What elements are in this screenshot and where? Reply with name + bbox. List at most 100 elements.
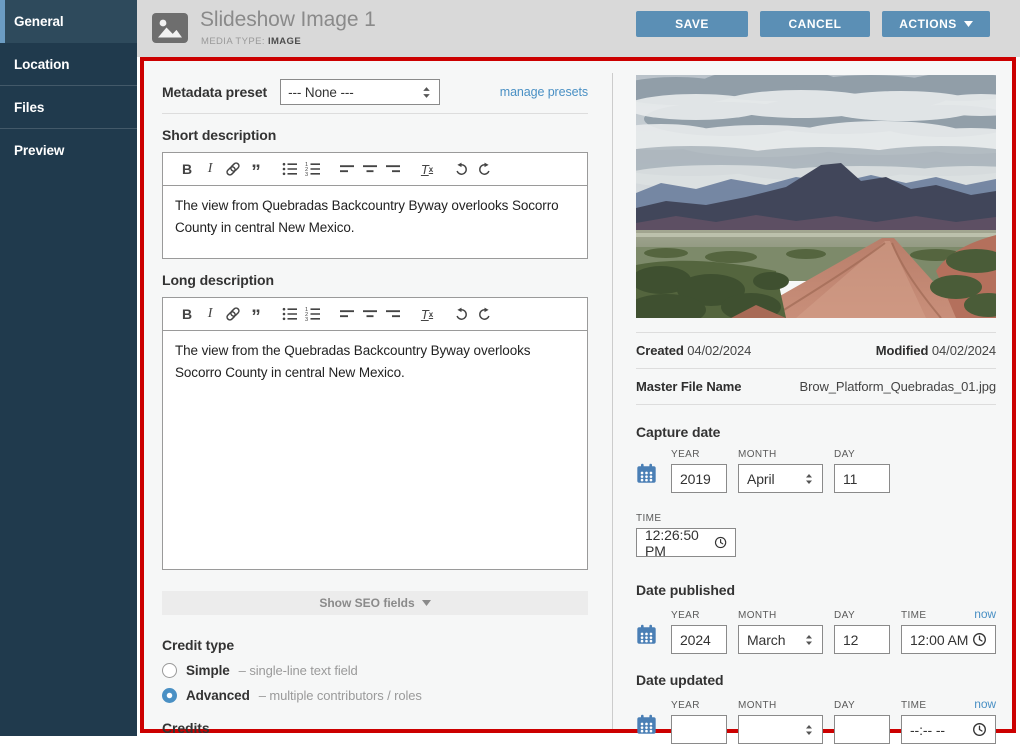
undo-icon[interactable] <box>453 161 469 177</box>
save-button[interactable]: SAVE <box>636 11 748 37</box>
published-time-input[interactable]: 12:00 AM <box>901 625 996 654</box>
updated-day-input[interactable] <box>834 715 890 744</box>
published-year-field: YEAR 2024 <box>671 610 727 654</box>
modified-label: Modified <box>876 343 929 358</box>
radio-selected-icon[interactable] <box>162 688 177 703</box>
align-center-icon[interactable] <box>362 161 378 177</box>
long-description-label: Long description <box>162 272 588 288</box>
metadata-preset-label: Metadata preset <box>162 84 267 100</box>
align-right-icon[interactable] <box>385 161 401 177</box>
clock-icon[interactable] <box>714 535 727 550</box>
media-preview-image[interactable] <box>636 75 996 318</box>
updated-time-input[interactable]: --:-- -- <box>901 715 996 744</box>
actions-button[interactable]: ACTIONS <box>882 11 990 37</box>
credit-type-simple-option[interactable]: Simple – single-line text field <box>162 663 588 678</box>
updated-year-field: YEAR <box>671 700 727 744</box>
svg-text:3: 3 <box>305 317 308 323</box>
published-month-select[interactable]: March <box>738 625 823 654</box>
calendar-icon[interactable] <box>636 714 660 744</box>
select-caret-icon <box>804 473 814 485</box>
sidebar-item-general[interactable]: General <box>0 0 137 43</box>
numbered-list-icon[interactable]: 123 <box>305 306 321 322</box>
short-description-input[interactable]: The view from Quebradas Backcountry Bywa… <box>163 186 587 258</box>
media-type: MEDIA TYPE: IMAGE <box>201 36 301 47</box>
rich-text-toolbar: B I ” 123 Tx <box>163 153 587 186</box>
redo-icon[interactable] <box>476 306 492 322</box>
day-label: DAY <box>834 610 855 621</box>
month-label: MONTH <box>738 700 777 711</box>
clock-icon[interactable] <box>972 722 987 737</box>
capture-month-select[interactable]: April <box>738 464 823 493</box>
bullet-list-icon[interactable] <box>282 306 298 322</box>
calendar-icon[interactable] <box>636 624 660 654</box>
credit-type-advanced-option[interactable]: Advanced – multiple contributors / roles <box>162 688 588 703</box>
capture-date-label: Capture date <box>636 424 996 440</box>
year-label: YEAR <box>671 700 700 711</box>
align-left-icon[interactable] <box>339 161 355 177</box>
undo-icon[interactable] <box>453 306 469 322</box>
sidebar-item-preview[interactable]: Preview <box>0 129 137 172</box>
long-description-input[interactable]: The view from the Quebradas Backcountry … <box>163 331 587 569</box>
manage-presets-link[interactable]: manage presets <box>500 85 588 99</box>
cancel-button[interactable]: CANCEL <box>760 11 870 37</box>
radio-unselected-icon[interactable] <box>162 663 177 678</box>
align-left-icon[interactable] <box>339 306 355 322</box>
capture-year-input[interactable]: 2019 <box>671 464 727 493</box>
clock-icon[interactable] <box>972 632 987 647</box>
page-title: Slideshow Image 1 <box>200 8 376 32</box>
caret-down-icon <box>964 21 973 27</box>
clear-formatting-t: T <box>421 162 429 177</box>
select-caret-icon <box>804 634 814 646</box>
align-center-icon[interactable] <box>362 306 378 322</box>
svg-text:3: 3 <box>305 172 308 178</box>
published-day-input[interactable]: 12 <box>834 625 890 654</box>
created-value: 04/02/2024 <box>687 343 751 358</box>
date-published-label: Date published <box>636 582 996 598</box>
capture-day-input[interactable]: 11 <box>834 464 890 493</box>
metadata-preset-row: Metadata preset --- None --- manage pres… <box>162 79 588 105</box>
updated-year-input[interactable] <box>671 715 727 744</box>
master-file-value: Brow_Platform_Quebradas_01.jpg <box>800 379 996 394</box>
short-description-editor: B I ” 123 Tx The view from Quebradas Bac… <box>162 152 588 259</box>
credit-type-label: Credit type <box>162 637 588 653</box>
link-icon[interactable] <box>225 306 241 322</box>
sidebar-item-location[interactable]: Location <box>0 43 137 86</box>
updated-month-select[interactable] <box>738 715 823 744</box>
bold-icon[interactable]: B <box>179 306 195 322</box>
bold-icon[interactable]: B <box>179 161 195 177</box>
published-month-field: MONTH March <box>738 610 823 654</box>
capture-time-input[interactable]: 12:26:50 PM <box>636 528 736 557</box>
clear-formatting-x: x <box>429 310 433 319</box>
blockquote-icon[interactable]: ” <box>248 306 264 322</box>
italic-icon[interactable]: I <box>202 161 218 177</box>
published-year-input[interactable]: 2024 <box>671 625 727 654</box>
bullet-list-icon[interactable] <box>282 161 298 177</box>
select-caret-icon <box>804 724 814 736</box>
capture-month-value: April <box>747 471 775 487</box>
align-right-icon[interactable] <box>385 306 401 322</box>
redo-icon[interactable] <box>476 161 492 177</box>
blockquote-icon[interactable]: ” <box>248 161 264 177</box>
sidebar-item-files[interactable]: Files <box>0 86 137 129</box>
italic-icon[interactable]: I <box>202 306 218 322</box>
capture-date-row: YEAR 2019 MONTH April DAY 11 <box>636 449 996 493</box>
day-label: DAY <box>834 449 855 460</box>
master-file-label: Master File Name <box>636 379 741 394</box>
credit-type-advanced-name: Advanced <box>186 688 250 703</box>
link-icon[interactable] <box>225 161 241 177</box>
time-label: TIME <box>636 513 662 524</box>
credit-type-simple-name: Simple <box>186 663 230 678</box>
numbered-list-icon[interactable]: 123 <box>305 161 321 177</box>
metadata-preset-select[interactable]: --- None --- <box>280 79 440 105</box>
calendar-icon[interactable] <box>636 463 660 493</box>
show-seo-fields-button[interactable]: Show SEO fields <box>162 591 588 615</box>
clear-formatting-icon[interactable]: Tx <box>419 306 435 322</box>
column-divider <box>612 73 613 729</box>
time-label: TIME <box>901 610 927 621</box>
updated-time-field: TIMEnow --:-- -- <box>901 697 996 744</box>
date-published-row: YEAR 2024 MONTH March DAY 12 TIME now 12:… <box>636 607 996 654</box>
now-link[interactable]: now <box>974 697 996 711</box>
now-link[interactable]: now <box>974 607 996 621</box>
clear-formatting-icon[interactable]: Tx <box>419 161 435 177</box>
actions-button-label: ACTIONS <box>899 17 957 31</box>
